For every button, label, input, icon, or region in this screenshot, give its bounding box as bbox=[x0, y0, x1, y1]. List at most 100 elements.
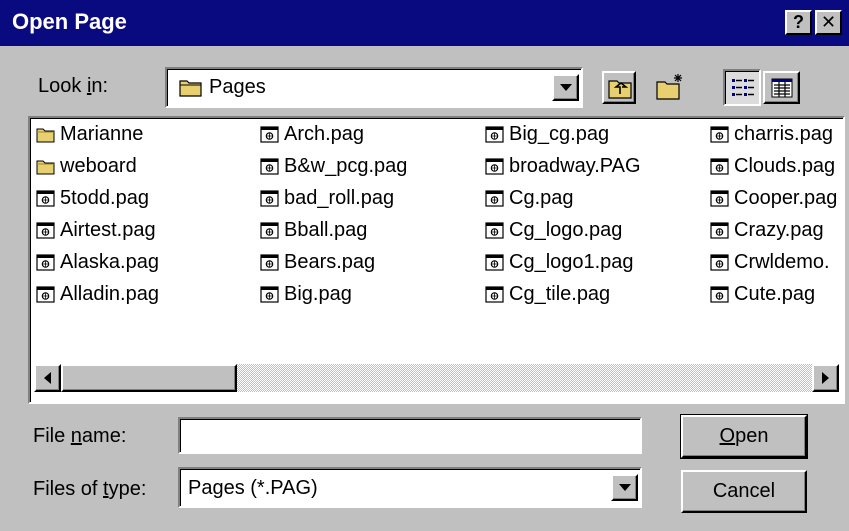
file-item[interactable]: Big.pag bbox=[260, 280, 352, 308]
file-item[interactable]: Cooper.pag bbox=[710, 184, 837, 212]
page-file-icon bbox=[710, 221, 729, 239]
details-view-button[interactable] bbox=[763, 71, 800, 104]
list-view-button[interactable] bbox=[723, 69, 761, 106]
item-label: Crwldemo. bbox=[734, 250, 830, 273]
file-item[interactable]: Bears.pag bbox=[260, 248, 375, 276]
cancel-button[interactable]: Cancel bbox=[681, 470, 807, 513]
page-file-icon bbox=[710, 253, 729, 271]
arrow-right-icon bbox=[822, 372, 829, 384]
page-file-icon bbox=[260, 157, 279, 175]
folder-icon bbox=[179, 80, 202, 97]
page-file-icon bbox=[485, 285, 504, 303]
page-file-icon bbox=[260, 285, 279, 303]
item-label: B&w_pcg.pag bbox=[284, 154, 408, 177]
page-file-icon bbox=[260, 253, 279, 271]
file-item[interactable]: bad_roll.pag bbox=[260, 184, 394, 212]
page-file-icon bbox=[710, 125, 729, 143]
file-item[interactable]: Crwldemo. bbox=[710, 248, 830, 276]
look-in-label: Look in: bbox=[38, 75, 109, 97]
item-label: Airtest.pag bbox=[60, 218, 156, 241]
list-view-icon bbox=[732, 79, 754, 96]
files-of-type-label: Files of type: bbox=[33, 478, 147, 500]
file-item[interactable]: Cg_logo.pag bbox=[485, 216, 622, 244]
up-one-level-icon bbox=[608, 80, 632, 99]
item-label: Cg_logo.pag bbox=[509, 218, 623, 241]
page-file-icon bbox=[710, 157, 729, 175]
item-label: Cg_logo1.pag bbox=[509, 250, 634, 273]
scroll-right-button[interactable] bbox=[812, 364, 839, 392]
item-label: weboard bbox=[60, 154, 137, 177]
arrow-left-icon bbox=[44, 372, 51, 384]
item-label: Bball.pag bbox=[284, 218, 368, 241]
file-item[interactable]: broadway.PAG bbox=[485, 152, 641, 180]
file-item[interactable]: Alaska.pag bbox=[36, 248, 159, 276]
scroll-left-button[interactable] bbox=[34, 364, 61, 392]
file-item[interactable]: Cg.pag bbox=[485, 184, 574, 212]
item-label: broadway.PAG bbox=[509, 154, 641, 177]
file-name-label: File name: bbox=[33, 425, 127, 447]
page-file-icon bbox=[485, 157, 504, 175]
page-file-icon bbox=[485, 125, 504, 143]
page-file-icon bbox=[485, 221, 504, 239]
folder-icon bbox=[36, 160, 55, 174]
item-label: bad_roll.pag bbox=[284, 186, 395, 209]
item-label: Cg_tile.pag bbox=[509, 282, 611, 305]
look-in-value: Pages bbox=[209, 76, 266, 98]
look-in-dropdown-button[interactable] bbox=[552, 74, 579, 101]
files-of-type-combo[interactable]: Pages (*.PAG) bbox=[178, 467, 642, 508]
item-label: Alaska.pag bbox=[60, 250, 159, 273]
item-label: Arch.pag bbox=[284, 122, 365, 145]
open-button[interactable]: Open bbox=[680, 414, 808, 459]
dialog-title: Open Page bbox=[12, 9, 127, 34]
chevron-down-icon bbox=[559, 84, 572, 91]
file-item[interactable]: Bball.pag bbox=[260, 216, 367, 244]
cancel-button-label: Cancel bbox=[712, 480, 776, 502]
page-file-icon bbox=[710, 189, 729, 207]
create-new-folder-button[interactable] bbox=[651, 71, 689, 104]
page-file-icon bbox=[36, 253, 55, 271]
chevron-down-icon bbox=[618, 484, 631, 491]
up-one-level-button[interactable] bbox=[602, 71, 636, 104]
page-file-icon bbox=[36, 285, 55, 303]
close-button[interactable]: ✕ bbox=[815, 10, 842, 35]
file-item[interactable]: 5todd.pag bbox=[36, 184, 149, 212]
file-item[interactable]: Clouds.pag bbox=[710, 152, 835, 180]
file-list[interactable]: Marianne weboard 5todd.pag Airtest.pag Alask… bbox=[28, 116, 845, 404]
file-name-input[interactable] bbox=[178, 417, 642, 454]
file-item[interactable]: charris.pag bbox=[710, 120, 833, 148]
item-label: charris.pag bbox=[734, 122, 833, 145]
item-label: Alladin.pag bbox=[60, 282, 159, 305]
open-button-label: Open bbox=[719, 425, 769, 447]
item-label: Big_cg.pag bbox=[509, 122, 610, 145]
file-item[interactable]: B&w_pcg.pag bbox=[260, 152, 407, 180]
item-label: Cute.pag bbox=[734, 282, 816, 305]
details-view-icon bbox=[771, 78, 793, 98]
file-item[interactable]: Alladin.pag bbox=[36, 280, 159, 308]
page-file-icon bbox=[260, 221, 279, 239]
page-file-icon bbox=[36, 221, 55, 239]
item-label: Clouds.pag bbox=[734, 154, 836, 177]
file-item[interactable]: Big_cg.pag bbox=[485, 120, 609, 148]
folder-icon bbox=[36, 128, 55, 142]
look-in-combo[interactable]: Pages bbox=[165, 67, 583, 108]
item-label: 5todd.pag bbox=[60, 186, 149, 209]
help-button[interactable]: ? bbox=[785, 10, 812, 35]
page-file-icon bbox=[260, 125, 279, 143]
folder-item[interactable]: weboard bbox=[36, 152, 137, 180]
scroll-thumb[interactable] bbox=[61, 364, 237, 392]
page-file-icon bbox=[485, 253, 504, 271]
file-item[interactable]: Cute.pag bbox=[710, 280, 815, 308]
files-of-type-value: Pages (*.PAG) bbox=[188, 477, 318, 499]
file-item[interactable]: Arch.pag bbox=[260, 120, 364, 148]
file-item[interactable]: Cg_tile.pag bbox=[485, 280, 610, 308]
files-of-type-dropdown-button[interactable] bbox=[611, 474, 638, 501]
file-item[interactable]: Crazy.pag bbox=[710, 216, 824, 244]
file-item[interactable]: Airtest.pag bbox=[36, 216, 156, 244]
file-item[interactable]: Cg_logo1.pag bbox=[485, 248, 634, 276]
item-label: Cg.pag bbox=[509, 186, 574, 209]
horizontal-scrollbar[interactable] bbox=[34, 364, 839, 392]
title-bar: Open Page ? ✕ bbox=[0, 0, 849, 46]
folder-item[interactable]: Marianne bbox=[36, 120, 143, 148]
item-label: Marianne bbox=[60, 122, 144, 145]
item-label: Crazy.pag bbox=[734, 218, 824, 241]
